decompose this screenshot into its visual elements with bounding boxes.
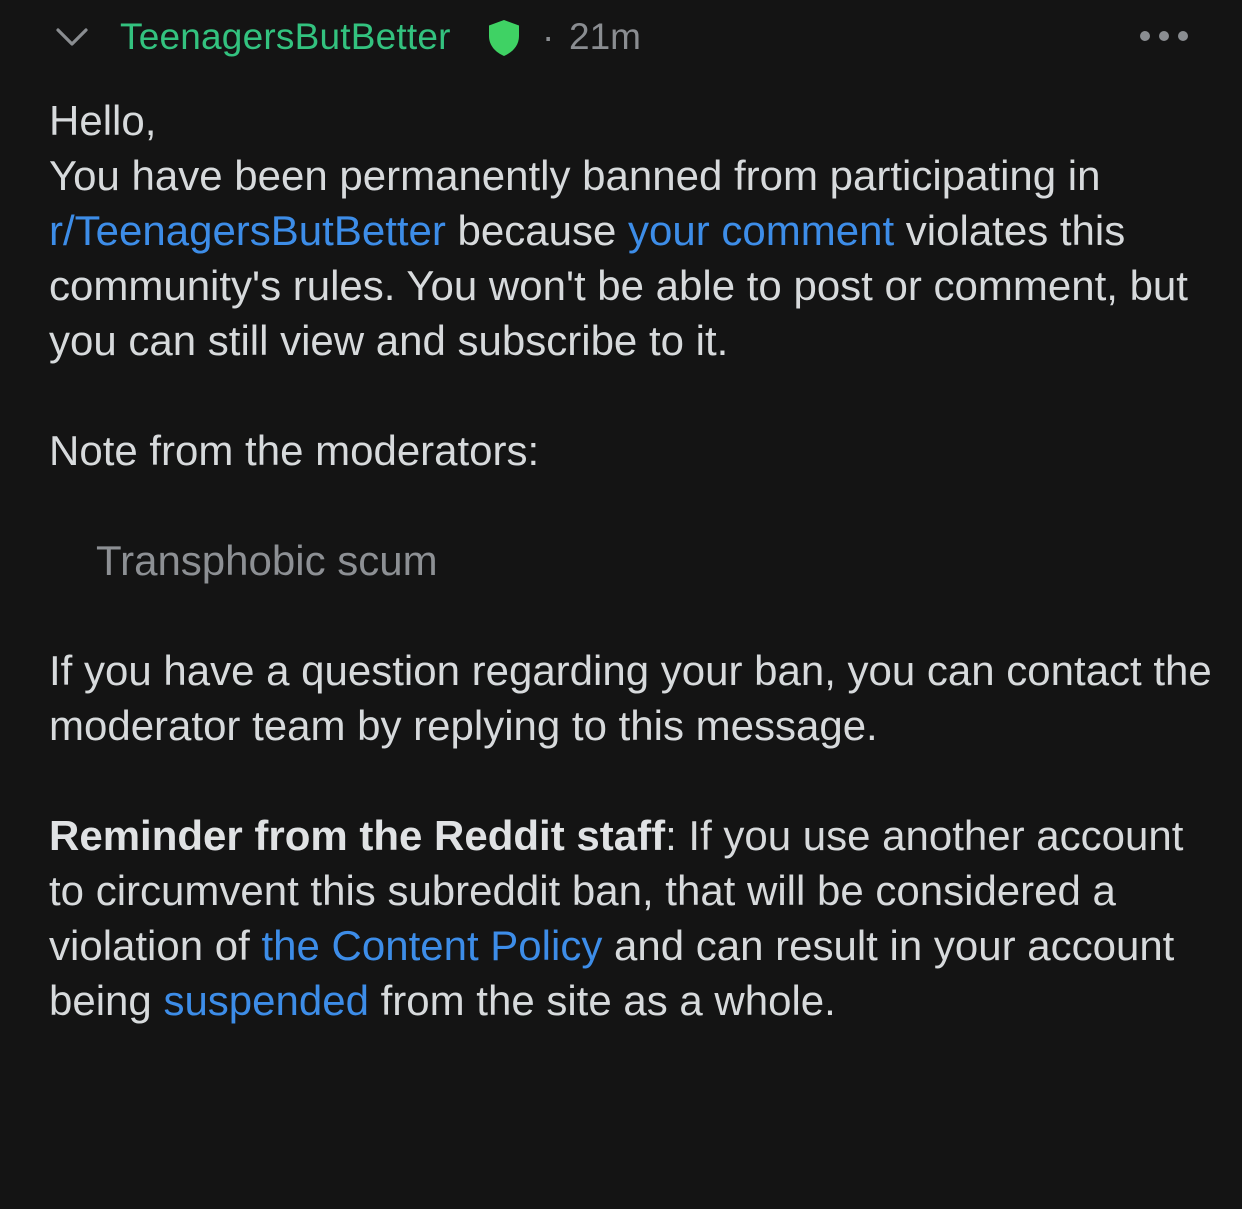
message-header: TeenagersButBetter · 21m [0, 0, 1242, 76]
timestamp: 21m [569, 16, 641, 57]
ban-notice-text: You have been permanently banned from pa… [49, 152, 1101, 199]
contact-text: If you have a question regarding your ba… [49, 647, 1212, 749]
meta-separator: · [542, 16, 555, 57]
more-options-button[interactable] [1136, 24, 1192, 48]
author-name[interactable]: TeenagersButBetter [120, 13, 451, 61]
reminder-paragraph: Reminder from the Reddit staff: If you u… [49, 808, 1219, 1028]
message-body: Hello, You have been permanently banned … [49, 93, 1219, 1028]
reminder-bold-label: Reminder from the Reddit staff [49, 812, 666, 859]
ban-notice-text: because [445, 207, 629, 254]
note-heading: Note from the moderators: [49, 427, 540, 474]
greeting: Hello, [49, 97, 157, 144]
ban-notice: You have been permanently banned from pa… [49, 148, 1219, 368]
more-horizontal-icon [1140, 31, 1188, 41]
suspended-link[interactable]: suspended [163, 977, 369, 1024]
subreddit-link[interactable]: r/TeenagersButBetter [49, 207, 446, 254]
comment-link[interactable]: your comment [628, 207, 894, 254]
content-policy-link[interactable]: the Content Policy [261, 922, 602, 969]
shield-icon [486, 19, 522, 57]
moderator-note-quote: Transphobic scum [96, 537, 438, 584]
chevron-down-icon [56, 28, 88, 46]
collapse-button[interactable] [52, 20, 92, 54]
reminder-text: from the site as a whole. [368, 977, 836, 1024]
